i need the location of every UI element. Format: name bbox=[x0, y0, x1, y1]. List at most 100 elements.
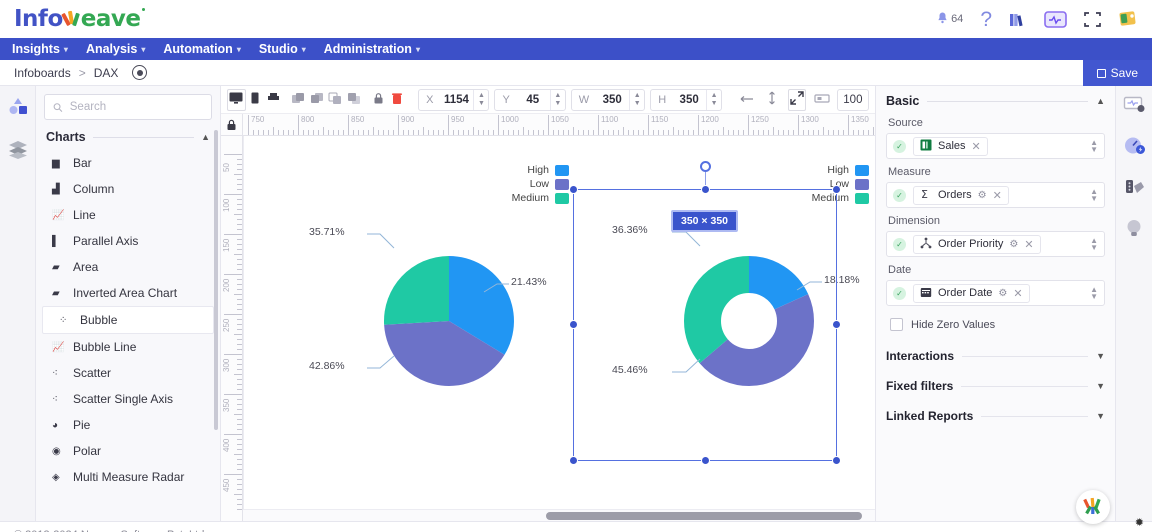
h-field[interactable]: H 350 ▲ ▼ bbox=[650, 88, 723, 111]
close-icon[interactable]: ✕ bbox=[1024, 238, 1033, 251]
tablet-view-button[interactable] bbox=[246, 89, 264, 111]
x-value[interactable]: 1154 bbox=[439, 94, 473, 106]
eye-icon[interactable] bbox=[132, 65, 148, 80]
date-row[interactable]: Order Date ⚙ ✕ ▲▼ bbox=[886, 280, 1105, 306]
resize-handle-nw[interactable] bbox=[569, 185, 578, 194]
scrollbar-thumb[interactable] bbox=[546, 512, 863, 520]
chevron-updown-icon[interactable]: ▲ ▼ bbox=[1090, 188, 1098, 203]
aspect-ratio-button[interactable] bbox=[812, 89, 830, 111]
nav-item-automation[interactable]: Automation ▾ bbox=[163, 42, 240, 56]
nav-item-administration[interactable]: Administration ▾ bbox=[324, 42, 420, 56]
chevron-up-icon[interactable]: ▲ bbox=[201, 132, 210, 142]
charts-section-header[interactable]: Charts ▲ bbox=[36, 126, 220, 150]
help-button[interactable]: ? bbox=[980, 9, 992, 30]
close-icon[interactable]: ✕ bbox=[993, 189, 1002, 202]
app-logo[interactable]: Info eave bbox=[14, 6, 146, 32]
stepper-down-icon[interactable]: ▼ bbox=[478, 100, 485, 108]
chart-type-line[interactable]: 📈 Line bbox=[36, 202, 220, 228]
breadcrumb-current[interactable]: DAX bbox=[94, 66, 119, 80]
nav-item-insights[interactable]: Insights ▾ bbox=[12, 42, 68, 56]
palette-icon[interactable] bbox=[1123, 177, 1146, 200]
stepper[interactable]: ▲ ▼ bbox=[549, 89, 565, 110]
chevron-down-icon[interactable]: ▼ bbox=[1096, 411, 1105, 421]
measure-chip[interactable]: Σ Orders ⚙ ✕ bbox=[913, 185, 1009, 205]
pie-chart-widget[interactable]: High Low Medium 21.43% 35.71% 42.86% bbox=[304, 156, 604, 436]
w-field[interactable]: W 350 ▲ ▼ bbox=[570, 88, 646, 111]
stepper-up-icon[interactable]: ▲ bbox=[478, 92, 485, 100]
h-value[interactable]: 350 bbox=[672, 94, 706, 106]
pie-slice-medium[interactable] bbox=[383, 256, 449, 325]
fullscreen-button[interactable] bbox=[1084, 11, 1101, 27]
resize-handle-w[interactable] bbox=[569, 320, 578, 329]
stepper-up-icon[interactable]: ▲ bbox=[634, 92, 641, 100]
w-value[interactable]: 350 bbox=[595, 94, 629, 106]
chart-type-list[interactable]: ▆ Bar ▟ Column 📈 Line ▌ Parallel Axis ▰ Area ▰ Inve… bbox=[36, 150, 220, 521]
chart-type-pie[interactable]: ◕ Pie bbox=[36, 412, 220, 438]
section-linked-reports[interactable]: Linked Reports ▼ bbox=[886, 401, 1105, 431]
chart-type-bar[interactable]: ▆ Bar bbox=[36, 150, 220, 176]
canvas-horizontal-scrollbar[interactable] bbox=[243, 509, 875, 521]
resize-handle-n[interactable] bbox=[701, 185, 710, 194]
bug-icon[interactable]: ✹ bbox=[1135, 516, 1144, 529]
screen-settings-icon[interactable] bbox=[1123, 96, 1146, 118]
send-to-back-button[interactable] bbox=[344, 89, 362, 111]
align-vertical-button[interactable] bbox=[763, 89, 781, 111]
search-box[interactable] bbox=[44, 94, 212, 120]
hide-zero-values-row[interactable]: Hide Zero Values bbox=[890, 318, 1105, 331]
library-button[interactable] bbox=[1009, 11, 1027, 28]
selection-frame[interactable]: 350 × 350 bbox=[569, 161, 841, 465]
save-button[interactable]: Save bbox=[1082, 60, 1152, 86]
layers-icon[interactable] bbox=[7, 139, 29, 162]
stepper-down-icon[interactable]: ▼ bbox=[634, 100, 641, 108]
close-icon[interactable]: ✕ bbox=[1013, 287, 1022, 300]
stepper-down-icon[interactable]: ▼ bbox=[711, 100, 718, 108]
gauge-icon[interactable] bbox=[1123, 136, 1146, 159]
gear-icon[interactable]: ⚙ bbox=[998, 288, 1007, 299]
resize-handle-e[interactable] bbox=[832, 320, 841, 329]
ruler-lock-corner[interactable] bbox=[221, 114, 243, 136]
chevron-updown-icon[interactable]: ▲ ▼ bbox=[1090, 139, 1098, 154]
chevron-updown-icon[interactable]: ▲ ▼ bbox=[1090, 237, 1098, 252]
stepper[interactable]: ▲ ▼ bbox=[473, 89, 488, 110]
dimension-row[interactable]: Order Priority ⚙ ✕ ▲▼ bbox=[886, 231, 1105, 257]
chevron-updown-icon[interactable]: ▲ ▼ bbox=[1090, 286, 1098, 301]
y-value[interactable]: 45 bbox=[516, 94, 550, 106]
hide-zero-values-checkbox[interactable] bbox=[890, 318, 903, 331]
section-interactions[interactable]: Interactions ▼ bbox=[886, 341, 1105, 371]
close-icon[interactable]: ✕ bbox=[972, 140, 981, 153]
measure-row[interactable]: Σ Orders ⚙ ✕ ▲▼ bbox=[886, 182, 1105, 208]
monitor-button[interactable] bbox=[1044, 10, 1067, 28]
resize-handle-se[interactable] bbox=[832, 456, 841, 465]
gear-icon[interactable]: ⚙ bbox=[1009, 239, 1018, 250]
desktop-view-button[interactable] bbox=[227, 88, 246, 111]
apps-button[interactable] bbox=[1118, 10, 1138, 28]
resize-handle-s[interactable] bbox=[701, 456, 710, 465]
gear-icon[interactable]: ⚙ bbox=[978, 190, 987, 201]
chart-type-scatter[interactable]: ⁖ Scatter bbox=[36, 360, 220, 386]
chart-type-bubble-line[interactable]: 📈 Bubble Line bbox=[36, 334, 220, 360]
sidebar-scrollbar[interactable] bbox=[214, 130, 218, 430]
nav-item-studio[interactable]: Studio ▾ bbox=[259, 42, 306, 56]
stepper[interactable]: ▲ ▼ bbox=[706, 89, 721, 110]
basic-section-header[interactable]: Basic ▲ bbox=[886, 94, 1105, 108]
design-canvas[interactable]: High Low Medium 21.43% 35.71% 42.86% Hig… bbox=[243, 136, 875, 509]
y-field[interactable]: Y 45 ▲ ▼ bbox=[494, 88, 566, 111]
search-input[interactable] bbox=[69, 101, 203, 113]
stepper-up-icon[interactable]: ▲ bbox=[711, 92, 718, 100]
resize-handle-sw[interactable] bbox=[569, 456, 578, 465]
stepper-down-icon[interactable]: ▼ bbox=[554, 100, 561, 108]
chart-type-multi-measure-radar[interactable]: ◈ Multi Measure Radar bbox=[36, 464, 220, 490]
chevron-down-icon[interactable]: ▼ bbox=[1096, 351, 1105, 361]
resize-handle-ne[interactable] bbox=[832, 185, 841, 194]
notifications-button[interactable]: 64 bbox=[935, 11, 963, 27]
align-horizontal-button[interactable] bbox=[739, 89, 757, 111]
stepper-up-icon[interactable]: ▲ bbox=[554, 92, 561, 100]
chart-type-scatter-single-axis[interactable]: ⁖ Scatter Single Axis bbox=[36, 386, 220, 412]
date-chip[interactable]: Order Date ⚙ ✕ bbox=[913, 283, 1030, 303]
mobile-view-button[interactable] bbox=[264, 89, 282, 111]
section-fixed-filters[interactable]: Fixed filters ▼ bbox=[886, 371, 1105, 401]
rotate-handle-icon[interactable] bbox=[700, 161, 711, 172]
chart-type-bubble[interactable]: ⁘ Bubble bbox=[42, 306, 214, 334]
chevron-up-icon[interactable]: ▲ bbox=[1096, 96, 1105, 106]
assistant-fab-button[interactable] bbox=[1076, 490, 1110, 524]
